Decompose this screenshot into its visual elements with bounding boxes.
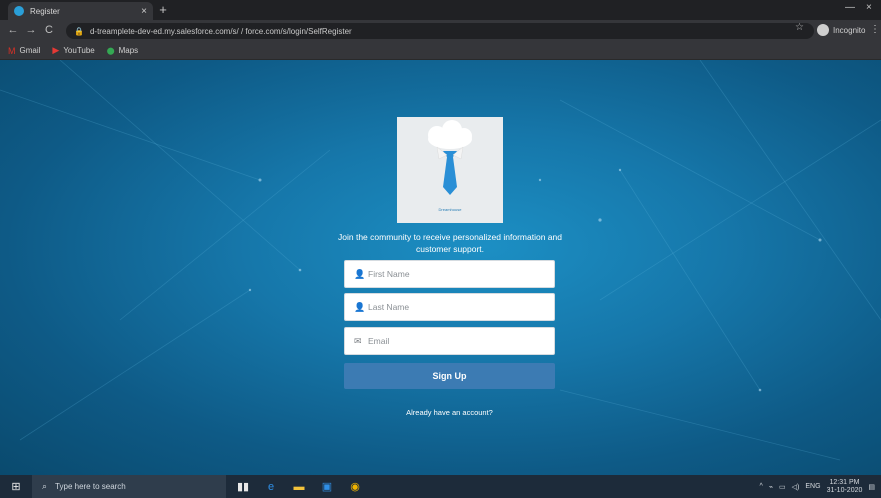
windows-start-icon[interactable]: ⊞ — [0, 475, 32, 498]
envelope-icon: ✉ — [354, 335, 362, 346]
address-bar[interactable]: 🔒 d-treamplete-dev-ed.my.salesforce.com/… — [66, 23, 814, 39]
browser-toolbar: ← → C 🔒 d-treamplete-dev-ed.my.salesforc… — [0, 20, 881, 42]
edge-icon[interactable]: e — [260, 475, 282, 498]
network-icon[interactable]: ⌁ — [769, 483, 773, 491]
clock[interactable]: 12:31 PM 31-10-2020 — [827, 479, 863, 495]
logo-caption: Dreamhouse — [438, 207, 462, 212]
bookmark-maps[interactable]: ⬤ Maps — [107, 46, 138, 55]
user-icon: 👤 — [354, 268, 366, 279]
incognito-icon — [817, 24, 829, 36]
back-icon[interactable]: ← — [6, 24, 20, 36]
windows-taskbar: ⊞ ⌕ Type here to search ▮▮ e ▬ ▣ ◉ ^ ⌁ ▭… — [0, 475, 881, 498]
dreamhouse-logo: Dreamhouse — [397, 117, 503, 223]
bookmark-star-icon[interactable]: ☆ — [795, 22, 804, 33]
bookmarks-bar: M Gmail ▶ YouTube ⬤ Maps — [0, 42, 881, 60]
incognito-indicator[interactable]: Incognito — [817, 24, 865, 36]
incognito-label: Incognito — [833, 25, 866, 35]
language-indicator[interactable]: ENG — [805, 483, 820, 490]
system-tray: ^ ⌁ ▭ ◁) ENG 12:31 PM 31-10-2020 ▤ — [754, 475, 875, 498]
bookmark-gmail[interactable]: M Gmail — [8, 46, 40, 56]
last-name-input[interactable] — [368, 302, 548, 312]
store-icon[interactable]: ▣ — [316, 475, 338, 498]
bookmark-label: YouTube — [63, 46, 95, 55]
first-name-input[interactable] — [368, 269, 548, 279]
url-text[interactable]: d-treamplete-dev-ed.my.salesforce.com/s/… — [90, 27, 352, 36]
taskbar-search-box[interactable]: ⌕ Type here to search — [32, 475, 226, 498]
lock-icon: 🔒 — [74, 26, 84, 36]
bookmark-youtube[interactable]: ▶ YouTube — [52, 45, 94, 56]
bookmark-label: Gmail — [19, 46, 41, 55]
browser-tab[interactable]: Register × — [8, 2, 153, 20]
user-icon: 👤 — [354, 301, 366, 312]
clock-date: 31-10-2020 — [826, 486, 863, 494]
registration-page: Dreamhouse Join the community to receive… — [0, 60, 881, 475]
notification-icon[interactable]: ▤ — [868, 483, 875, 491]
window-close-icon[interactable]: × — [866, 2, 872, 13]
reload-icon[interactable]: C — [42, 24, 56, 36]
clock-time: 12:31 PM — [829, 478, 860, 486]
tab-title: Register — [30, 6, 60, 16]
tagline-text: Join the community to receive personaliz… — [338, 232, 562, 254]
already-have-account-link[interactable]: Already have an account? — [344, 408, 555, 417]
forward-icon[interactable]: → — [24, 24, 38, 36]
sign-up-button[interactable]: Sign Up — [344, 363, 555, 389]
maps-icon: ⬤ — [106, 47, 115, 55]
taskbar-search-placeholder: Type here to search — [55, 482, 126, 491]
last-name-field[interactable]: 👤 — [344, 293, 555, 321]
screen: Register × + — × ← → C 🔒 d-treamplete-de… — [0, 0, 881, 498]
browser-menu-icon[interactable]: ⋮ — [870, 24, 880, 35]
minimize-icon[interactable]: — — [845, 2, 855, 13]
youtube-icon: ▶ — [52, 45, 60, 55]
browser-tab-strip: Register × + — × — [0, 0, 881, 20]
task-view-icon[interactable]: ▮▮ — [232, 475, 254, 498]
battery-icon[interactable]: ▭ — [779, 483, 786, 491]
bookmark-label: Maps — [118, 46, 139, 55]
email-input[interactable] — [368, 336, 548, 346]
new-tab-button[interactable]: + — [156, 3, 170, 17]
salesforce-favicon-icon — [14, 6, 24, 16]
email-field[interactable]: ✉ — [344, 327, 555, 355]
volume-icon[interactable]: ◁) — [792, 483, 800, 491]
tab-close-icon[interactable]: × — [141, 6, 147, 17]
first-name-field[interactable]: 👤 — [344, 260, 555, 288]
gmail-icon: M — [8, 45, 16, 56]
chrome-icon[interactable]: ◉ — [344, 475, 366, 498]
tray-chevron-icon[interactable]: ^ — [760, 483, 763, 490]
file-explorer-icon[interactable]: ▬ — [288, 475, 310, 498]
search-icon: ⌕ — [42, 481, 48, 491]
